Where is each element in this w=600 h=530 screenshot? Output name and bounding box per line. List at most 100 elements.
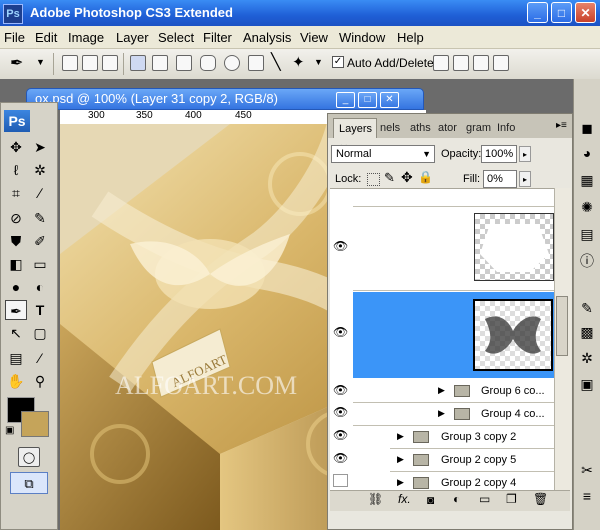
move-tool-icon[interactable]: ✥ [5,137,27,157]
expand-arrow-icon[interactable]: ▶ [397,477,404,488]
doc-close-button[interactable]: ✕ [380,92,399,108]
link-layers-icon[interactable]: ⛓ [368,492,383,506]
add-mask-icon[interactable]: ◙ [427,493,434,507]
maximize-button[interactable]: □ [551,2,572,23]
history-brush-icon[interactable]: ✐ [29,231,51,251]
notes-icon[interactable]: ▤ [5,348,27,368]
pen-tool-icon[interactable]: ✒ [5,300,27,320]
path-intersect-icon[interactable] [473,55,489,71]
crop-icon[interactable]: ⌗ [5,183,27,203]
menu-analysis[interactable]: Analysis [243,30,291,45]
visibility-eye-icon[interactable]: 👁 [333,428,348,442]
adjustment-layer-icon[interactable]: ◐ [453,492,460,506]
menu-select[interactable]: Select [158,30,194,45]
menu-layer[interactable]: Layer [116,30,149,45]
styles-icon[interactable]: ✺ [577,197,597,217]
chevron-down-icon[interactable]: ▼ [314,57,323,67]
paths-icon[interactable] [82,55,98,71]
lasso-icon[interactable]: ℓ [5,160,27,180]
visibility-toggle-empty[interactable] [333,474,348,487]
layer-style-icon[interactable]: fx. [398,492,411,506]
close-button[interactable]: ✕ [575,2,596,23]
character-icon[interactable]: ≡ [577,486,597,506]
new-layer-icon[interactable]: ❐ [506,492,517,506]
path-exclude-icon[interactable] [493,55,509,71]
type-tool-icon[interactable]: T [29,300,51,320]
magic-wand-icon[interactable]: ✲ [29,160,51,180]
dodge-icon[interactable]: ◐ [29,277,51,297]
layer-comps-icon[interactable]: ▣ [577,374,597,394]
direct-select-icon[interactable]: ➤ [29,137,51,157]
layer-thumbnail[interactable] [473,299,553,371]
expand-arrow-icon[interactable]: ▶ [438,408,445,419]
quick-mask-icon[interactable]: ◯ [18,447,40,467]
menu-image[interactable]: Image [68,30,104,45]
menu-window[interactable]: Window [339,30,385,45]
hand-icon[interactable]: ✋ [5,371,27,391]
expand-arrow-icon[interactable]: ▶ [397,431,404,442]
fill-pixels-icon[interactable] [102,55,118,71]
panel-menu-icon[interactable]: ▸≡ [556,120,567,131]
ellipse-icon[interactable] [224,55,240,71]
rounded-rectangle-icon[interactable] [200,55,216,71]
eraser-icon[interactable]: ◧ [5,254,27,274]
visibility-eye-icon[interactable]: 👁 [333,405,348,419]
expand-arrow-icon[interactable]: ▶ [397,454,404,465]
menu-view[interactable]: View [300,30,328,45]
info-icon[interactable]: ⓘ [577,251,597,271]
layer-thumbnail[interactable] [474,213,554,281]
tool-presets-icon[interactable]: ▩ [577,322,597,342]
fill-slider-arrow-icon[interactable]: ▸ [519,171,531,187]
visibility-eye-icon[interactable]: 👁 [333,239,348,253]
pen-tool-preset-icon[interactable]: ✒ [10,53,23,73]
auto-add-delete-checkbox[interactable]: ✓ [332,56,344,68]
path-select-icon[interactable]: ↖ [5,323,27,343]
layer-row[interactable] [353,188,554,207]
opacity-slider-arrow-icon[interactable]: ▸ [519,146,531,162]
clone-source-icon[interactable]: ✲ [577,348,597,368]
scrollbar-thumb[interactable] [556,296,568,356]
opacity-input[interactable]: 100% [481,145,517,163]
chevron-down-icon[interactable]: ▼ [36,57,45,67]
eyedropper-sample-icon[interactable]: ⁄ [29,348,51,368]
doc-maximize-button[interactable]: □ [358,92,377,108]
doc-minimize-button[interactable]: _ [336,92,355,108]
visibility-eye-icon[interactable]: 👁 [333,325,348,339]
shape-tool-icon[interactable]: ▢ [29,323,51,343]
path-subtract-icon[interactable] [453,55,469,71]
polygon-icon[interactable] [248,55,264,71]
custom-shape-icon[interactable]: ✦ [292,53,305,71]
lock-position-icon[interactable]: ✥ [401,169,413,186]
blend-mode-select[interactable]: Normal ▼ [331,145,435,163]
toolbox-ps-badge[interactable]: Ps [4,110,30,132]
navigator-icon[interactable]: ◼ [577,118,597,138]
fill-input[interactable]: 0% [483,170,517,188]
eyedropper-icon[interactable]: ∕ [29,183,51,203]
menu-help[interactable]: Help [397,30,424,45]
delete-layer-icon[interactable]: 🗑 [533,492,548,506]
rectangle-icon[interactable] [176,55,192,71]
expand-arrow-icon[interactable]: ▶ [438,385,445,396]
history-icon[interactable]: ▤ [577,224,597,244]
actions-icon[interactable]: ✂ [577,460,597,480]
clone-stamp-icon[interactable]: ⛊ [5,231,27,251]
screen-mode-icon[interactable]: ⧉ [10,472,48,494]
menu-edit[interactable]: Edit [35,30,57,45]
line-icon[interactable]: ╲ [271,52,281,72]
lock-pixels-icon[interactable]: ✎ [384,170,395,186]
default-colors-icon[interactable]: ▣ [5,425,14,436]
blur-icon[interactable]: ● [5,277,27,297]
path-add-icon[interactable] [433,55,449,71]
tab-layers[interactable]: Layers ✕ [333,118,377,155]
minimize-button[interactable]: _ [527,2,548,23]
brushes-icon[interactable]: ✎ [577,298,597,318]
healing-brush-icon[interactable]: ⊘ [5,208,27,228]
lock-all-icon[interactable]: 🔒 [418,170,433,184]
visibility-eye-icon[interactable]: 👁 [333,451,348,465]
lock-transparency-icon[interactable] [367,173,380,186]
pen-mode-icon[interactable] [130,55,146,71]
new-group-icon[interactable]: ▭ [479,492,490,506]
freeform-pen-icon[interactable] [152,55,168,71]
zoom-icon[interactable]: ⚲ [29,371,51,391]
brush-icon[interactable]: ✎ [29,208,51,228]
